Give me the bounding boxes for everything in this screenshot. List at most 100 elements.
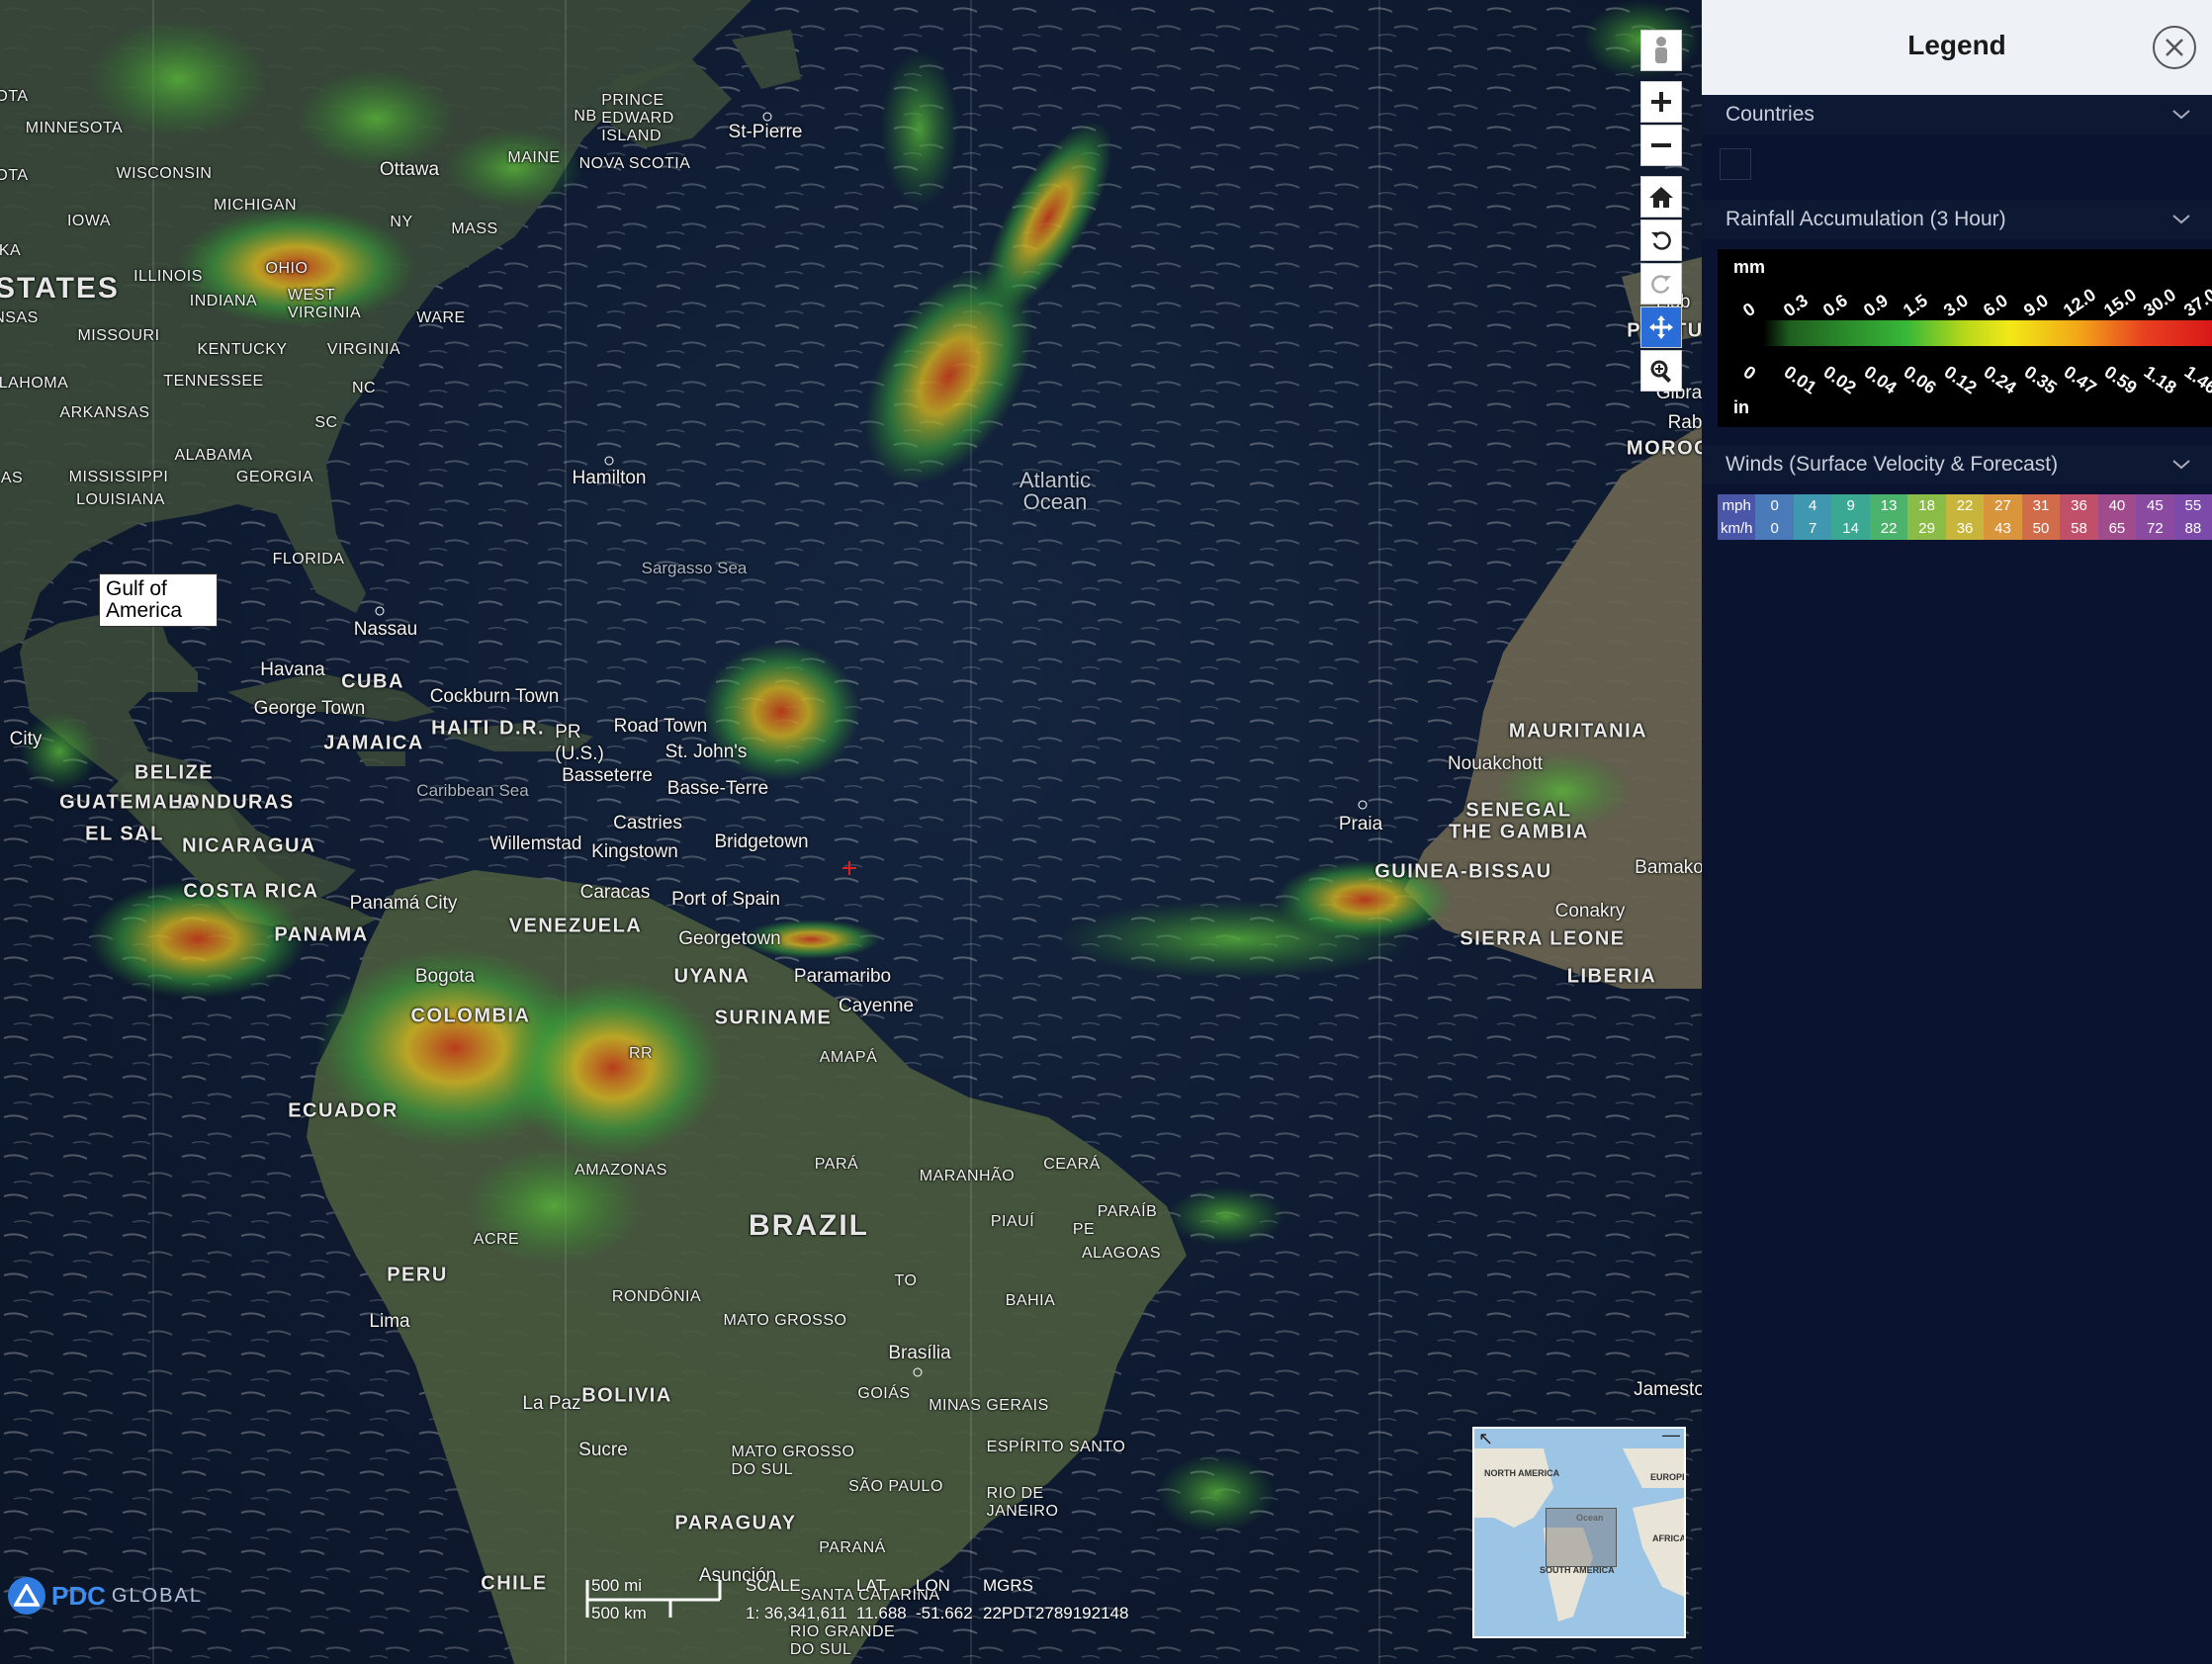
ov-ocean: Ocean [1576, 1513, 1604, 1523]
wind-speed-value: 36 [1956, 520, 1974, 537]
rainfall-in-tick: 0.04 [1860, 361, 1901, 398]
person-icon [1655, 37, 1667, 63]
wind-speed-value: 18 [1918, 497, 1935, 514]
rainfall-mm-tick: 37.0 [2179, 284, 2212, 321]
rainfall-unit-mm: mm [1733, 257, 1766, 277]
liberia-label: LIBERIA [1566, 965, 1657, 988]
goias-label: GOIÁS [857, 1385, 911, 1402]
ks-partial-label: KA [0, 242, 22, 259]
bolivia-label: BOLIVIA [581, 1384, 672, 1407]
countries-section-header[interactable]: Countries [1702, 95, 2212, 134]
guatemala-label: GUATEMALA [59, 791, 198, 814]
rainfall-colorbar: mm in 0 0.3 0.6 0.9 1.5 3.0 6.0 9.0 12.0 15.0 30.0… [1718, 249, 2212, 427]
dakota2-label: OTA [0, 167, 29, 184]
lima-label: Lima [369, 1311, 410, 1332]
scale-bar: 500 mi 500 km [585, 1576, 724, 1622]
minus-icon [1651, 143, 1671, 147]
rainfall-in-tick: 0.01 [1780, 361, 1820, 398]
ov-africa: AFRICA [1652, 1533, 1686, 1543]
nassau-label: Nassau [353, 619, 418, 640]
countries-section-title: Countries [1725, 103, 1814, 126]
nicaragua-label: NICARAGUA [182, 834, 316, 857]
zoom-in-button[interactable] [1640, 81, 1682, 123]
colombia-label: COLOMBIA [410, 1005, 531, 1027]
pe-label: PE [1072, 1221, 1096, 1238]
chevron-down-icon [2172, 460, 2190, 470]
zoom-out-button[interactable] [1640, 125, 1682, 166]
rainfall-gradient-bar [1763, 320, 2212, 346]
jamaica-label: JAMAICA [323, 732, 424, 754]
wind-speed-cell: 18 29 [1907, 494, 1946, 540]
maine-label: MAINE [507, 149, 561, 166]
rainfall-section-header[interactable]: Rainfall Accumulation (3 Hour) [1702, 200, 2212, 239]
guinea-bissau-label: GUINEA-BISSAU [1374, 860, 1552, 883]
map-canvas[interactable]: Gulf of America Atlantic Ocean Sargasso Se… [0, 0, 1702, 1664]
home-button[interactable] [1640, 176, 1682, 218]
mato-grosso-sul-label: MATO GROSSO DO SUL [732, 1444, 855, 1479]
sierra-leone-label: SIERRA LEONE [1460, 927, 1626, 950]
rondonia-label: RONDÔNIA [611, 1288, 702, 1305]
pan-button[interactable] [1640, 307, 1682, 348]
alagoas-label: ALAGOAS [1082, 1245, 1161, 1262]
wind-speed-value: 50 [2032, 520, 2050, 537]
nouakchott-label: Nouakchott [1447, 753, 1544, 774]
rainfall-mm-tick: 12.0 [2059, 284, 2100, 321]
ov-north-america: NORTH AMERICA [1484, 1468, 1560, 1478]
lon-label: LON [916, 1576, 950, 1595]
rainfall-in-tick: 0.06 [1900, 361, 1940, 398]
street-view-button[interactable] [1640, 30, 1682, 71]
kentucky-label: KENTUCKY [197, 341, 288, 358]
rotate-right-icon [1651, 275, 1671, 294]
rotate-right-button[interactable] [1640, 263, 1682, 305]
para-label: PARÁ [814, 1156, 859, 1173]
arkansas-label: ARKANSAS [59, 404, 150, 421]
maranhao-label: MARANHÃO [919, 1168, 1016, 1184]
costa-rica-label: COSTA RICA [183, 880, 319, 903]
rainfall-mm-tick: 30.0 [2139, 284, 2180, 321]
rotate-left-icon [1651, 231, 1671, 250]
collapse-icon[interactable]: — [1662, 1429, 1680, 1445]
bahia-label: BAHIA [1005, 1292, 1056, 1309]
wind-speed-value: km/h [1720, 520, 1753, 537]
mgs-text: MATO GROSSO DO SUL [731, 1444, 855, 1478]
wind-speed-value: 29 [1918, 520, 1935, 537]
georgetown-label: Georgetown [678, 928, 781, 949]
la-paz-label: La Paz [522, 1393, 581, 1414]
georgia-label: GEORGIA [235, 469, 314, 485]
port-of-spain-label: Port of Spain [671, 889, 780, 910]
wind-speed-value: 55 [2184, 497, 2202, 514]
wind-speed-value: 88 [2184, 520, 2202, 537]
brasilia-label: Brasília [888, 1343, 951, 1363]
acre-label: ACRE [473, 1231, 520, 1248]
michigan-label: MICHIGAN [214, 197, 297, 214]
close-legend-button[interactable] [2153, 26, 2196, 69]
wind-speed-cell: 55 88 [2173, 494, 2212, 540]
pdc-logo-icon [8, 1577, 45, 1615]
wind-speed-value: 31 [2032, 497, 2050, 514]
el-salvador-label: EL SAL [85, 823, 164, 845]
rio-grande-sul-label: RIO GRANDE DO SUL [790, 1623, 895, 1659]
rotate-left-button[interactable] [1640, 219, 1682, 261]
ocean-label-line-1: Atlantic [1018, 468, 1092, 492]
expand-icon[interactable]: ↖ [1478, 1429, 1493, 1449]
scale-km: 500 km [591, 1604, 647, 1622]
ov-europe: EUROPE [1650, 1472, 1686, 1482]
paramaribo-label: Paramaribo [793, 966, 892, 987]
alabama-label: ALABAMA [174, 447, 253, 464]
rainfall-section-body: mm in 0 0.3 0.6 0.9 1.5 3.0 6.0 9.0 12.0 15.0 30.0… [1702, 239, 2212, 445]
overview-extent-box[interactable]: Ocean [1546, 1508, 1617, 1567]
havana-label: Havana [260, 659, 325, 680]
tennessee-label: TENNESSEE [163, 373, 264, 390]
wind-speed-cell: 13 22 [1869, 494, 1908, 540]
overview-map[interactable]: NORTH AMERICA SOUTH AMERICA EUROPE AFRIC… [1472, 1427, 1686, 1638]
panama-label: PANAMA [274, 923, 369, 946]
jamestown-label: Jamesto [1634, 1379, 1702, 1400]
parana-label: PARANÁ [819, 1539, 886, 1556]
mexico-city-label: City [9, 729, 43, 749]
winds-section-header[interactable]: Winds (Surface Velocity & Forecast) [1702, 445, 2212, 484]
ottawa-label: Ottawa [379, 159, 440, 180]
zoom-box-button[interactable] [1640, 350, 1682, 392]
texas-label: AS [0, 470, 24, 486]
delaware-label: WARE [416, 309, 466, 326]
pei-text: PRINCE EDWARD ISLAND [601, 92, 674, 144]
